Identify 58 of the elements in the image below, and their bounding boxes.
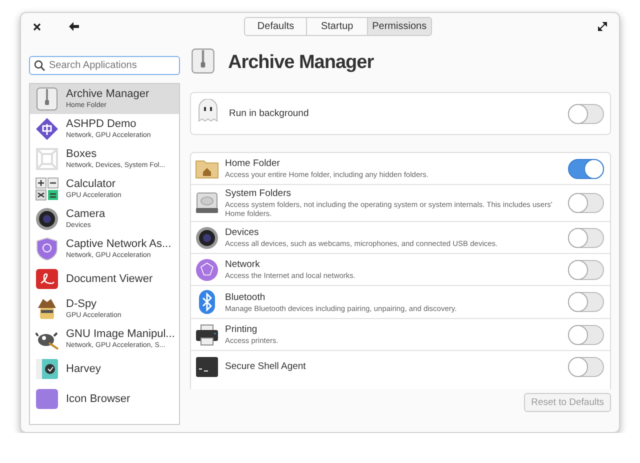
terminal-icon bbox=[195, 356, 219, 378]
app-name: Calculator bbox=[66, 178, 117, 191]
camera-lens-icon bbox=[35, 207, 59, 231]
app-name: ASHPD Demo bbox=[66, 118, 138, 131]
toggle-switch[interactable] bbox=[568, 104, 604, 124]
toggle-switch[interactable] bbox=[568, 260, 604, 280]
diamond-icon bbox=[35, 117, 59, 141]
expand-icon bbox=[598, 22, 607, 31]
permission-title: Devices bbox=[225, 227, 260, 239]
app-list-item[interactable]: Icon Browser bbox=[30, 384, 179, 414]
back-arrow-icon bbox=[69, 22, 79, 31]
app-name: Boxes bbox=[66, 148, 98, 161]
hard-drive-icon bbox=[195, 192, 219, 214]
search-icon bbox=[34, 60, 45, 71]
calculator-icon bbox=[35, 177, 59, 201]
app-name: Archive Manager bbox=[66, 88, 150, 101]
app-name: Captive Network As... bbox=[66, 238, 172, 251]
printer-icon bbox=[195, 324, 219, 346]
spy-icon bbox=[35, 297, 59, 321]
app-name: Harvey bbox=[66, 362, 101, 376]
toggle-switch[interactable] bbox=[568, 324, 604, 344]
folder-icon bbox=[195, 158, 219, 178]
tab[interactable]: Defaults bbox=[244, 17, 308, 36]
app-name: Camera bbox=[66, 208, 106, 221]
app-name: D-Spy bbox=[66, 298, 98, 311]
app-title: Archive Manager bbox=[228, 52, 374, 74]
app-name: Document Viewer bbox=[66, 272, 153, 286]
toggle-switch[interactable] bbox=[568, 158, 604, 178]
setting-label: Run in background bbox=[229, 108, 310, 119]
globe-icon bbox=[195, 258, 219, 282]
app-list-item[interactable]: Document Viewer bbox=[30, 264, 179, 294]
icon-browser-icon bbox=[35, 387, 59, 411]
tab[interactable]: Permissions bbox=[367, 17, 432, 36]
permission-title: System Folders bbox=[225, 188, 292, 200]
toggle-switch[interactable] bbox=[568, 228, 604, 248]
bluetooth-icon bbox=[198, 289, 216, 315]
toggle-switch[interactable] bbox=[568, 292, 604, 312]
permission-title: Bluetooth bbox=[225, 292, 266, 304]
close-icon bbox=[33, 22, 41, 30]
archive-icon bbox=[35, 87, 59, 111]
permission-title: Secure Shell Agent bbox=[225, 360, 307, 372]
app-name: Icon Browser bbox=[66, 392, 130, 406]
app-name: GNU Image Manipul... bbox=[66, 328, 175, 341]
harvey-icon bbox=[35, 357, 59, 381]
toggle-switch[interactable] bbox=[568, 193, 604, 213]
ghost-icon bbox=[197, 99, 219, 123]
document-viewer-icon bbox=[35, 267, 59, 291]
permission-title: Home Folder bbox=[225, 158, 281, 170]
permission-title: Network bbox=[225, 259, 261, 271]
archive-icon bbox=[190, 46, 216, 76]
toggle-switch[interactable] bbox=[568, 356, 604, 376]
search-field[interactable]: Search Applications bbox=[29, 56, 180, 75]
tab[interactable]: Startup bbox=[306, 17, 368, 36]
app-list-item[interactable]: Harvey bbox=[30, 354, 179, 384]
box-outline-icon bbox=[35, 147, 59, 171]
shield-icon bbox=[35, 237, 59, 261]
permission-title: Printing bbox=[225, 324, 258, 336]
camera-lens-icon bbox=[195, 226, 219, 250]
